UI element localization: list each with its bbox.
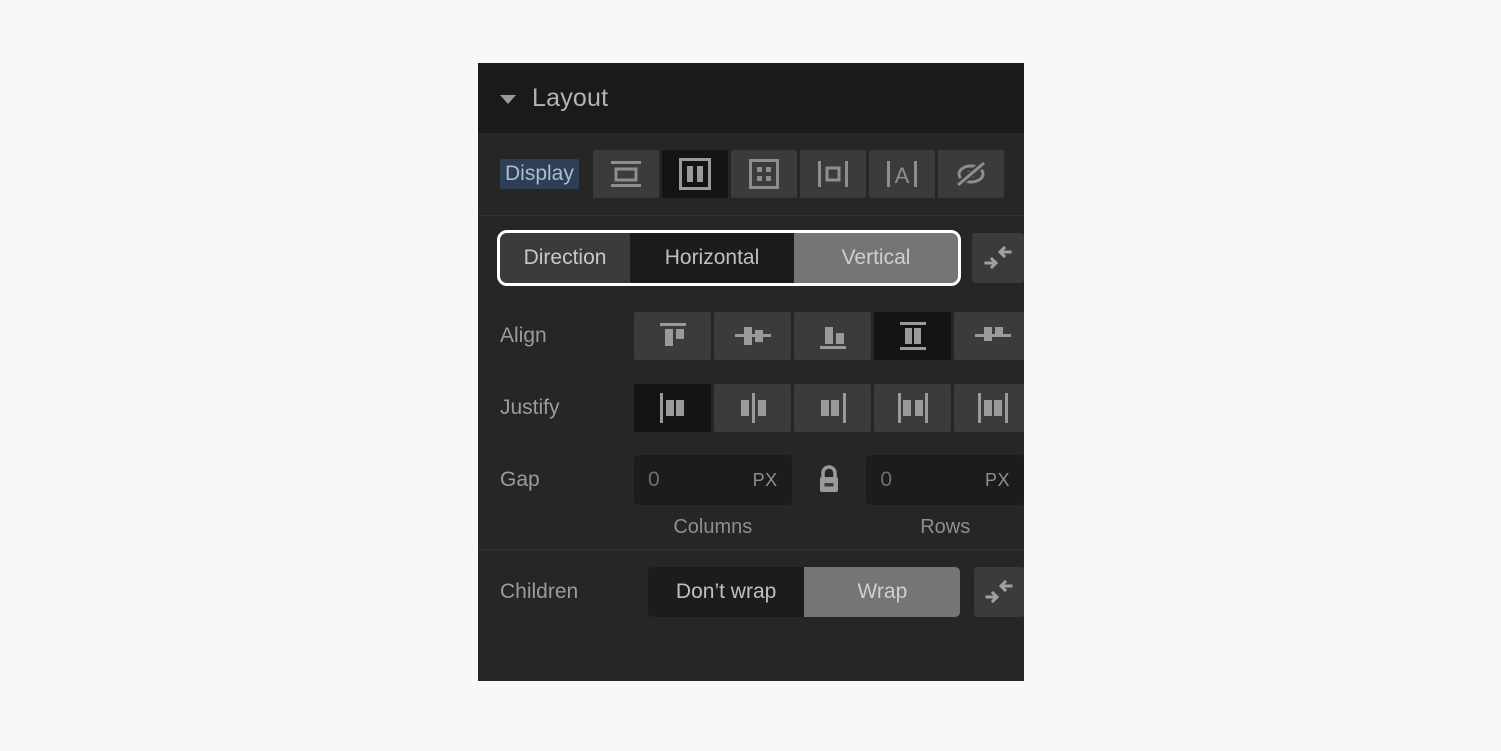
screen: Layout Display A Direction Horizontal Ve… xyxy=(0,0,1501,751)
direction-segmented-control[interactable]: Direction Horizontal Vertical xyxy=(497,230,961,286)
align-options-group xyxy=(634,312,1024,360)
direction-option-vertical[interactable]: Vertical xyxy=(794,233,958,283)
display-option-none[interactable] xyxy=(937,150,1004,198)
justify-option-space-between[interactable] xyxy=(874,384,951,432)
display-option-inline-block[interactable] xyxy=(799,150,866,198)
children-wrap-segmented-control[interactable]: Don’t wrap Wrap xyxy=(648,567,961,617)
justify-option-flex-start[interactable] xyxy=(634,384,711,432)
children-section: Children Don’t wrap Wrap xyxy=(478,550,1024,634)
align-center-icon xyxy=(734,327,771,345)
direction-option-horizontal[interactable]: Horizontal xyxy=(630,233,794,283)
direction-label: Direction xyxy=(500,233,630,283)
display-section: Display A xyxy=(478,133,1024,215)
chevron-down-icon[interactable] xyxy=(500,94,516,104)
align-option-flex-end[interactable] xyxy=(794,312,871,360)
display-none-icon xyxy=(955,160,987,188)
justify-options-group xyxy=(634,384,1024,432)
display-block-icon xyxy=(610,161,641,187)
display-option-grid[interactable] xyxy=(730,150,797,198)
align-label: Align xyxy=(500,324,547,347)
align-option-stretch[interactable] xyxy=(874,312,951,360)
align-end-icon xyxy=(819,327,846,349)
align-row: Align xyxy=(478,300,1024,372)
gap-label: Gap xyxy=(500,468,540,491)
justify-center-icon xyxy=(740,393,766,423)
align-baseline-icon xyxy=(974,327,1011,341)
gap-columns-unit: PX xyxy=(752,469,778,490)
children-reverse-button[interactable] xyxy=(974,567,1024,617)
display-row: Display A xyxy=(478,133,1024,215)
gap-columns-input[interactable]: 0 PX xyxy=(634,455,792,505)
display-option-flex[interactable] xyxy=(661,150,728,198)
children-option-wrap[interactable]: Wrap xyxy=(804,567,961,617)
lock-closed-icon xyxy=(820,465,838,492)
gap-columns-value: 0 xyxy=(648,468,660,491)
direction-row: Direction Horizontal Vertical xyxy=(478,216,1024,300)
justify-option-center[interactable] xyxy=(714,384,791,432)
children-option-dont-wrap[interactable]: Don’t wrap xyxy=(648,567,805,617)
gap-columns-sublabel: Columns xyxy=(673,516,753,538)
display-flex-icon xyxy=(678,158,711,190)
justify-option-space-around[interactable] xyxy=(954,384,1024,432)
display-options-group: A xyxy=(592,150,1004,198)
panel-header[interactable]: Layout xyxy=(478,63,1024,133)
justify-label: Justify xyxy=(500,396,560,419)
panel-title: Layout xyxy=(532,83,609,112)
flex-section: Direction Horizontal Vertical Align Just… xyxy=(478,216,1024,549)
gap-row: Gap 0 PX 0 PX xyxy=(478,444,1024,516)
align-option-center[interactable] xyxy=(714,312,791,360)
justify-space-between-icon xyxy=(897,393,928,423)
arrows-collapse-icon xyxy=(985,579,1013,604)
align-option-flex-start[interactable] xyxy=(634,312,711,360)
justify-option-flex-end[interactable] xyxy=(794,384,871,432)
gap-sublabel-spacer xyxy=(792,516,867,539)
display-option-inline[interactable]: A xyxy=(868,150,935,198)
display-grid-icon xyxy=(748,159,779,189)
display-label: Display xyxy=(500,159,579,189)
svg-text:A: A xyxy=(895,163,910,188)
align-option-baseline[interactable] xyxy=(954,312,1024,360)
arrows-collapse-icon xyxy=(984,245,1012,270)
display-inline-block-icon xyxy=(817,161,848,187)
justify-space-around-icon xyxy=(977,393,1008,423)
gap-rows-input[interactable]: 0 PX xyxy=(866,455,1024,505)
gap-rows-sublabel: Rows xyxy=(920,516,971,538)
gap-rows-unit: PX xyxy=(984,469,1010,490)
display-option-block[interactable] xyxy=(592,150,659,198)
justify-row: Justify xyxy=(478,372,1024,444)
direction-reverse-button[interactable] xyxy=(972,233,1024,283)
gap-sub-labels: Columns Rows xyxy=(478,516,1024,549)
children-label: Children xyxy=(500,580,579,603)
gap-rows-value: 0 xyxy=(880,468,893,491)
justify-end-icon xyxy=(820,393,846,423)
align-start-icon xyxy=(659,323,686,346)
layout-panel: Layout Display A Direction Horizontal Ve… xyxy=(478,63,1024,681)
align-stretch-icon xyxy=(899,322,926,350)
gap-lock-button[interactable] xyxy=(792,464,867,496)
children-row: Children Don’t wrap Wrap xyxy=(478,550,1024,634)
justify-start-icon xyxy=(659,393,684,423)
display-inline-icon: A xyxy=(886,161,917,188)
